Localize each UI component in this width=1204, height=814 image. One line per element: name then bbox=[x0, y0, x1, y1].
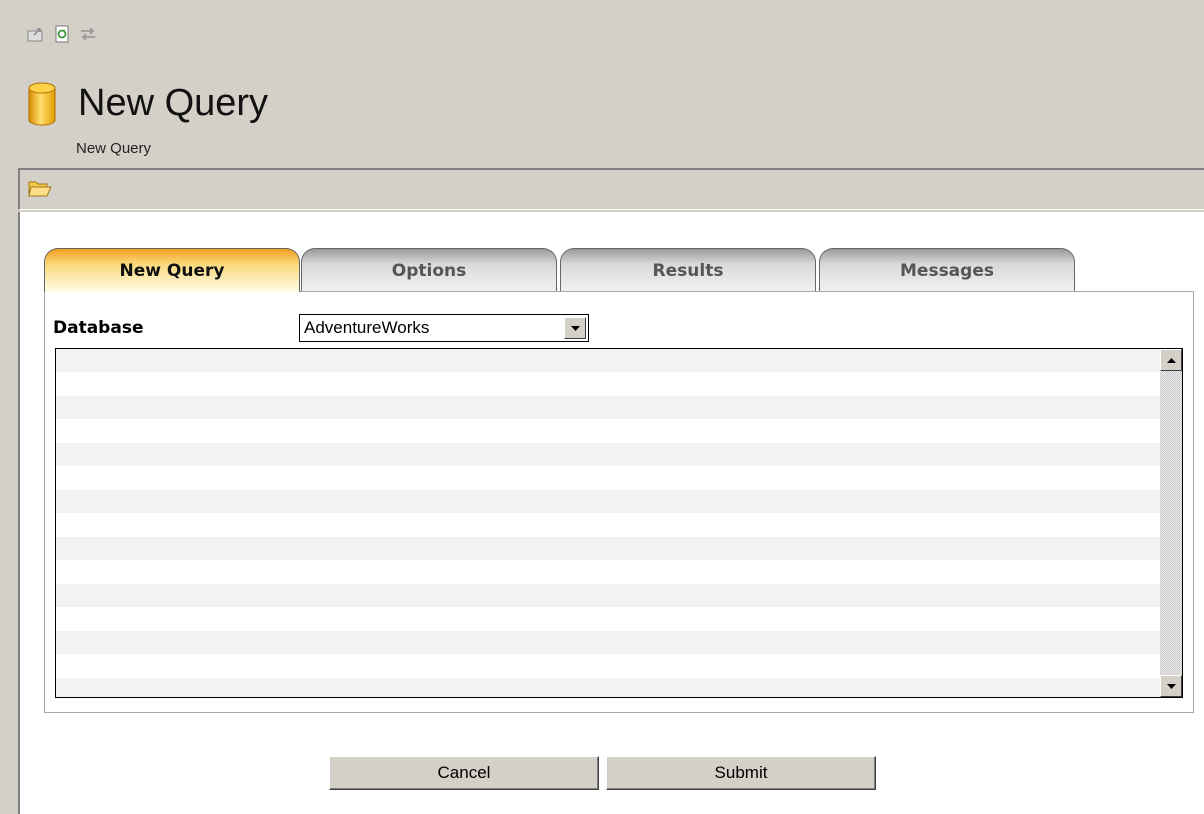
page-subtitle: New Query bbox=[76, 140, 152, 157]
refresh-icon[interactable] bbox=[52, 25, 72, 43]
database-select[interactable]: AdventureWorks bbox=[299, 314, 589, 342]
editor-scrollbar[interactable] bbox=[1160, 349, 1182, 697]
export-icon[interactable] bbox=[26, 25, 46, 43]
cancel-button[interactable]: Cancel bbox=[329, 756, 599, 790]
mini-toolbar bbox=[26, 24, 98, 44]
database-icon bbox=[28, 82, 56, 126]
query-editor[interactable] bbox=[55, 348, 1183, 698]
scroll-up-icon[interactable] bbox=[1160, 349, 1182, 371]
tab-bar: New Query Options Results Messages bbox=[44, 248, 1084, 292]
tab-results[interactable]: Results bbox=[560, 248, 816, 292]
database-label: Database bbox=[53, 318, 144, 338]
query-window: New Query New Query New Query Options Re… bbox=[0, 0, 1204, 814]
tab-new-query[interactable]: New Query bbox=[44, 248, 300, 292]
submit-button[interactable]: Submit bbox=[606, 756, 876, 790]
tab-messages[interactable]: Messages bbox=[819, 248, 1075, 292]
page-title: New Query bbox=[78, 82, 269, 124]
database-select-value: AdventureWorks bbox=[304, 318, 430, 337]
open-folder-icon[interactable] bbox=[28, 178, 52, 198]
chevron-down-icon[interactable] bbox=[564, 317, 586, 339]
file-toolbar bbox=[18, 168, 1204, 210]
tab-options[interactable]: Options bbox=[301, 248, 557, 292]
swap-icon[interactable] bbox=[78, 25, 98, 43]
content-area: New Query Options Results Messages Datab… bbox=[18, 212, 1204, 814]
scroll-down-icon[interactable] bbox=[1160, 675, 1182, 697]
new-query-panel: Database AdventureWorks bbox=[44, 291, 1194, 713]
